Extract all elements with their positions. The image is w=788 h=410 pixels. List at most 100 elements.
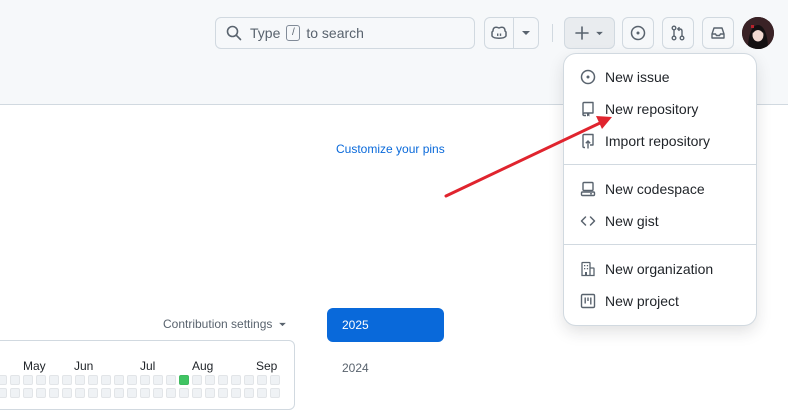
contribution-day[interactable] <box>231 375 241 385</box>
contribution-day[interactable] <box>62 388 72 398</box>
contribution-day[interactable] <box>244 388 254 398</box>
search-shortcut-key: / <box>286 25 301 41</box>
contribution-day[interactable] <box>179 388 189 398</box>
contribution-day[interactable] <box>114 375 124 385</box>
menu-item-new-project[interactable]: New project <box>564 285 756 317</box>
search-icon <box>226 25 242 41</box>
inbox-button[interactable] <box>702 17 734 49</box>
repo-icon <box>582 101 594 117</box>
contribution-day[interactable] <box>218 375 228 385</box>
contribution-day[interactable] <box>257 388 267 398</box>
contribution-day[interactable] <box>23 388 33 398</box>
contribution-day[interactable] <box>192 375 202 385</box>
copilot-menu-button[interactable] <box>514 18 538 48</box>
avatar-image <box>742 17 774 49</box>
create-new-button[interactable] <box>564 17 615 49</box>
issue-opened-icon <box>580 69 596 85</box>
contribution-day[interactable] <box>218 388 228 398</box>
contribution-day[interactable] <box>10 388 20 398</box>
contribution-day[interactable] <box>270 388 280 398</box>
month-label: May <box>23 359 46 373</box>
chevron-down-icon <box>522 31 531 35</box>
contribution-day[interactable] <box>166 375 176 385</box>
contribution-day[interactable] <box>127 375 137 385</box>
contribution-day[interactable] <box>88 375 98 385</box>
year-2025-button[interactable]: 2025 <box>327 308 444 342</box>
menu-item-new-gist[interactable]: New gist <box>564 205 756 237</box>
repo-push-icon <box>582 133 594 149</box>
contribution-day[interactable] <box>114 388 124 398</box>
copilot-button-group <box>484 17 539 49</box>
copilot-icon <box>491 26 507 39</box>
contribution-day[interactable] <box>179 375 189 385</box>
menu-item-new-codespace[interactable]: New codespace <box>564 173 756 205</box>
menu-divider <box>564 244 756 245</box>
contribution-day[interactable] <box>205 388 215 398</box>
contribution-day[interactable] <box>62 375 72 385</box>
issue-opened-icon <box>630 25 646 41</box>
menu-item-label: Import repository <box>605 133 711 149</box>
contribution-settings-label: Contribution settings <box>163 317 273 331</box>
user-avatar[interactable] <box>742 17 774 49</box>
contribution-day[interactable] <box>140 388 150 398</box>
search-suffix: to search <box>306 25 364 41</box>
inbox-icon <box>711 27 725 39</box>
project-icon <box>580 293 596 309</box>
codespaces-icon <box>580 181 596 197</box>
chevron-down-icon <box>596 31 603 35</box>
contribution-day[interactable] <box>257 375 267 385</box>
menu-item-label: New project <box>605 293 679 309</box>
menu-item-label: New organization <box>605 261 714 277</box>
pull-requests-button[interactable] <box>662 17 694 49</box>
contribution-day[interactable] <box>36 375 46 385</box>
customize-pins-link[interactable]: Customize your pins <box>336 142 445 156</box>
month-label: Jul <box>140 359 156 373</box>
contribution-day[interactable] <box>0 388 7 398</box>
contribution-day[interactable] <box>140 375 150 385</box>
contribution-day[interactable] <box>153 375 163 385</box>
contribution-day[interactable] <box>49 375 59 385</box>
contribution-day[interactable] <box>244 375 254 385</box>
contribution-day[interactable] <box>231 388 241 398</box>
month-label: Sep <box>256 359 278 373</box>
search-prefix: Type <box>250 25 281 41</box>
header-divider <box>552 24 553 42</box>
contribution-day[interactable] <box>101 375 111 385</box>
contribution-day[interactable] <box>166 388 176 398</box>
contribution-day[interactable] <box>49 388 59 398</box>
issues-button[interactable] <box>622 17 654 49</box>
git-pull-request-icon <box>671 25 685 41</box>
contribution-day[interactable] <box>75 375 85 385</box>
copilot-button[interactable] <box>485 18 515 48</box>
contribution-day[interactable] <box>0 375 7 385</box>
month-label: Aug <box>192 359 214 373</box>
contribution-day[interactable] <box>205 375 215 385</box>
menu-item-new-repository[interactable]: New repository <box>564 93 756 125</box>
contribution-day[interactable] <box>101 388 111 398</box>
contribution-day[interactable] <box>10 375 20 385</box>
menu-item-label: New repository <box>605 101 699 117</box>
contribution-day[interactable] <box>270 375 280 385</box>
menu-item-new-issue[interactable]: New issue <box>564 61 756 93</box>
menu-divider <box>564 164 756 165</box>
contribution-day[interactable] <box>75 388 85 398</box>
contribution-settings-button[interactable]: Contribution settings <box>163 317 287 331</box>
contribution-day[interactable] <box>36 388 46 398</box>
contribution-day[interactable] <box>153 388 163 398</box>
create-new-menu: New issue New repository Import reposito… <box>564 54 756 325</box>
year-2024-link[interactable]: 2024 <box>342 361 369 375</box>
triangle-down-icon <box>279 322 287 326</box>
code-icon <box>580 216 596 226</box>
organization-icon <box>581 261 595 277</box>
contribution-day[interactable] <box>23 375 33 385</box>
contribution-day[interactable] <box>127 388 137 398</box>
contribution-day[interactable] <box>192 388 202 398</box>
search-input[interactable]: Type / to search <box>215 17 475 49</box>
menu-item-label: New issue <box>605 69 670 85</box>
plus-icon <box>575 26 589 40</box>
menu-item-label: New gist <box>605 213 659 229</box>
menu-item-label: New codespace <box>605 181 705 197</box>
contribution-day[interactable] <box>88 388 98 398</box>
menu-item-new-organization[interactable]: New organization <box>564 253 756 285</box>
menu-item-import-repository[interactable]: Import repository <box>564 125 756 157</box>
